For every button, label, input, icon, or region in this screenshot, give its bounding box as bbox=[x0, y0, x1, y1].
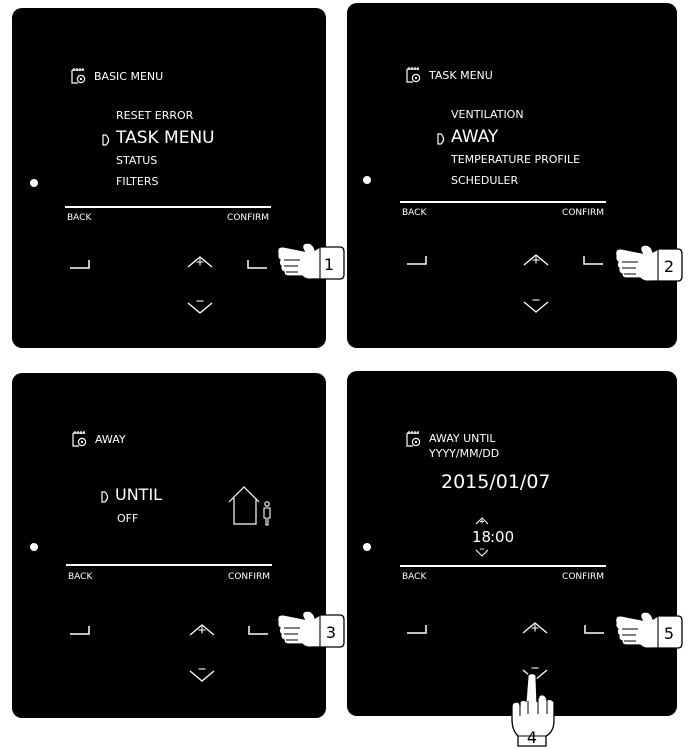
display-screen: AWAY UNTIL YYYY/MM/DD 2015/01/07 18 :00 … bbox=[400, 427, 606, 591]
menu-item-filters[interactable]: FILTERS bbox=[116, 175, 158, 188]
pointing-hand-icon: 2 bbox=[614, 244, 683, 282]
down-minus-icon bbox=[475, 548, 489, 557]
back-softkey-label: BACK bbox=[67, 213, 92, 223]
right-softkey-icon[interactable] bbox=[248, 625, 270, 635]
display-screen: TASK MENU VENTILATION AWAY TEMPERATURE P… bbox=[400, 59, 606, 223]
softkey-divider bbox=[400, 201, 606, 203]
step-number: 3 bbox=[326, 623, 336, 642]
selection-pointer-icon bbox=[101, 491, 109, 503]
pointing-hand-icon: 5 bbox=[614, 611, 683, 649]
date-format-hint: YYYY/MM/DD bbox=[429, 447, 500, 460]
step-number: 1 bbox=[324, 255, 334, 274]
menu-title: TASK MENU bbox=[429, 69, 493, 82]
menu-title: BASIC MENU bbox=[94, 70, 164, 83]
up-plus-icon[interactable] bbox=[186, 253, 214, 271]
device-panel-away-until: AWAY UNTIL YYYY/MM/DD 2015/01/07 18 :00 … bbox=[347, 371, 677, 716]
calendar-gear-icon bbox=[406, 431, 421, 447]
menu-item-ventilation[interactable]: VENTILATION bbox=[451, 108, 524, 121]
step-number: 5 bbox=[664, 624, 674, 643]
softkey-divider bbox=[400, 565, 606, 567]
display-screen: BASIC MENU RESET ERROR TASK MENU STATUS … bbox=[65, 60, 271, 224]
calendar-gear-icon bbox=[406, 67, 421, 83]
calendar-gear-icon bbox=[72, 431, 87, 447]
right-softkey-icon[interactable] bbox=[247, 259, 269, 269]
device-panel-task-menu: TASK MENU VENTILATION AWAY TEMPERATURE P… bbox=[347, 3, 677, 348]
status-led bbox=[30, 179, 38, 187]
back-softkey-label: BACK bbox=[402, 572, 427, 582]
date-value[interactable]: 2015/01/07 bbox=[441, 471, 551, 493]
softkey-divider bbox=[65, 206, 271, 208]
up-plus-icon[interactable] bbox=[522, 251, 550, 269]
selection-pointer-icon bbox=[102, 134, 110, 146]
down-minus-icon[interactable] bbox=[188, 667, 216, 685]
menu-item-away[interactable]: AWAY bbox=[451, 127, 498, 147]
menu-item-until[interactable]: UNTIL bbox=[115, 485, 162, 504]
up-plus-icon bbox=[475, 517, 489, 525]
time-hour-value[interactable]: 18 bbox=[472, 528, 491, 546]
left-softkey-icon[interactable] bbox=[406, 255, 428, 265]
menu-item-temperature-profile[interactable]: TEMPERATURE PROFILE bbox=[451, 153, 580, 166]
menu-item-scheduler[interactable]: SCHEDULER bbox=[451, 174, 518, 187]
up-plus-icon[interactable] bbox=[521, 619, 549, 637]
pointing-hand-icon: 1 bbox=[276, 242, 345, 280]
up-plus-icon[interactable] bbox=[188, 621, 216, 639]
step-number: 4 bbox=[527, 728, 537, 747]
time-minute-value: :00 bbox=[490, 528, 515, 546]
confirm-softkey-label: CONFIRM bbox=[562, 572, 604, 582]
status-led bbox=[363, 543, 371, 551]
back-softkey-label: BACK bbox=[402, 208, 427, 218]
status-led bbox=[363, 176, 371, 184]
display-screen: AWAY UNTIL OFF BACK CONFIRM bbox=[66, 427, 272, 591]
device-panel-basic-menu: BASIC MENU RESET ERROR TASK MENU STATUS … bbox=[12, 8, 326, 348]
left-softkey-icon[interactable] bbox=[406, 624, 428, 634]
menu-item-off[interactable]: OFF bbox=[117, 512, 138, 525]
confirm-softkey-label: CONFIRM bbox=[562, 208, 604, 218]
selection-pointer-icon bbox=[437, 133, 445, 145]
softkey-divider bbox=[66, 564, 272, 566]
left-softkey-icon[interactable] bbox=[69, 259, 91, 269]
right-softkey-icon[interactable] bbox=[583, 255, 605, 265]
menu-item-reset-error[interactable]: RESET ERROR bbox=[116, 109, 193, 122]
pointing-hand-icon: 3 bbox=[276, 610, 345, 648]
down-minus-icon[interactable] bbox=[186, 299, 214, 317]
down-minus-icon[interactable] bbox=[522, 298, 550, 316]
device-panel-away: AWAY UNTIL OFF BACK CONFIRM bbox=[12, 373, 326, 718]
house-person-icon bbox=[228, 486, 271, 526]
status-led bbox=[30, 543, 38, 551]
confirm-softkey-label: CONFIRM bbox=[228, 572, 270, 582]
menu-title: AWAY bbox=[95, 433, 126, 446]
pointing-hand-icon: 4 bbox=[511, 672, 555, 747]
back-softkey-label: BACK bbox=[68, 572, 93, 582]
menu-item-task-menu[interactable]: TASK MENU bbox=[116, 128, 215, 148]
right-softkey-icon[interactable] bbox=[584, 624, 606, 634]
calendar-gear-icon bbox=[71, 68, 86, 84]
menu-item-status[interactable]: STATUS bbox=[116, 154, 157, 167]
step-number: 2 bbox=[664, 257, 674, 276]
left-softkey-icon[interactable] bbox=[69, 625, 91, 635]
menu-title: AWAY UNTIL bbox=[429, 432, 496, 445]
confirm-softkey-label: CONFIRM bbox=[227, 213, 269, 223]
